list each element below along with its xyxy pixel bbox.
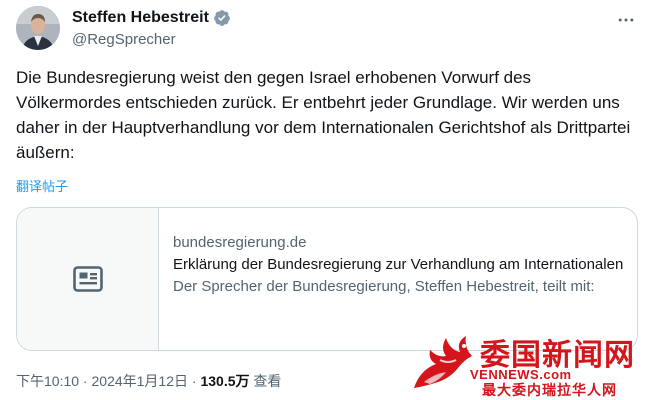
more-horizontal-icon: [618, 18, 634, 22]
author-name[interactable]: Steffen Hebestreit: [72, 8, 209, 28]
tweet-time[interactable]: 下午10:10: [16, 373, 79, 389]
watermark-subtitle: 最大委内瑞拉华人网: [482, 383, 617, 399]
more-options-button[interactable]: [614, 10, 638, 30]
tweet-header: Steffen Hebestreit @RegSprecher: [16, 6, 640, 54]
views-count: 130.5万: [200, 373, 250, 389]
meta-separator: ·: [188, 373, 201, 389]
meta-separator: ·: [79, 373, 92, 389]
views-label: 查看: [253, 373, 282, 389]
dragon-logo-icon: [414, 336, 472, 388]
site-watermark: 委国新闻网 VENNEWS.com 最大委内瑞拉华人网: [410, 330, 650, 399]
tweet-meta: 下午10:10 · 2024年1月12日 · 130.5万 查看: [16, 371, 281, 391]
tweet-date[interactable]: 2024年1月12日: [92, 373, 189, 389]
translate-post-link[interactable]: 翻译帖子: [16, 176, 68, 195]
card-domain: bundesregierung.de: [173, 234, 307, 251]
tweet-text: Die Bundesregierung weist den gegen Isra…: [16, 68, 631, 162]
card-description: Der Sprecher der Bundesregierung, Steffe…: [173, 278, 595, 295]
card-thumbnail: [17, 208, 159, 350]
card-title: Erklärung der Bundesregierung zur Verhan…: [173, 256, 625, 273]
author-handle[interactable]: @RegSprecher: [72, 30, 231, 50]
avatar[interactable]: [16, 6, 60, 50]
article-icon: [72, 266, 103, 292]
verified-badge-icon: [213, 9, 231, 27]
